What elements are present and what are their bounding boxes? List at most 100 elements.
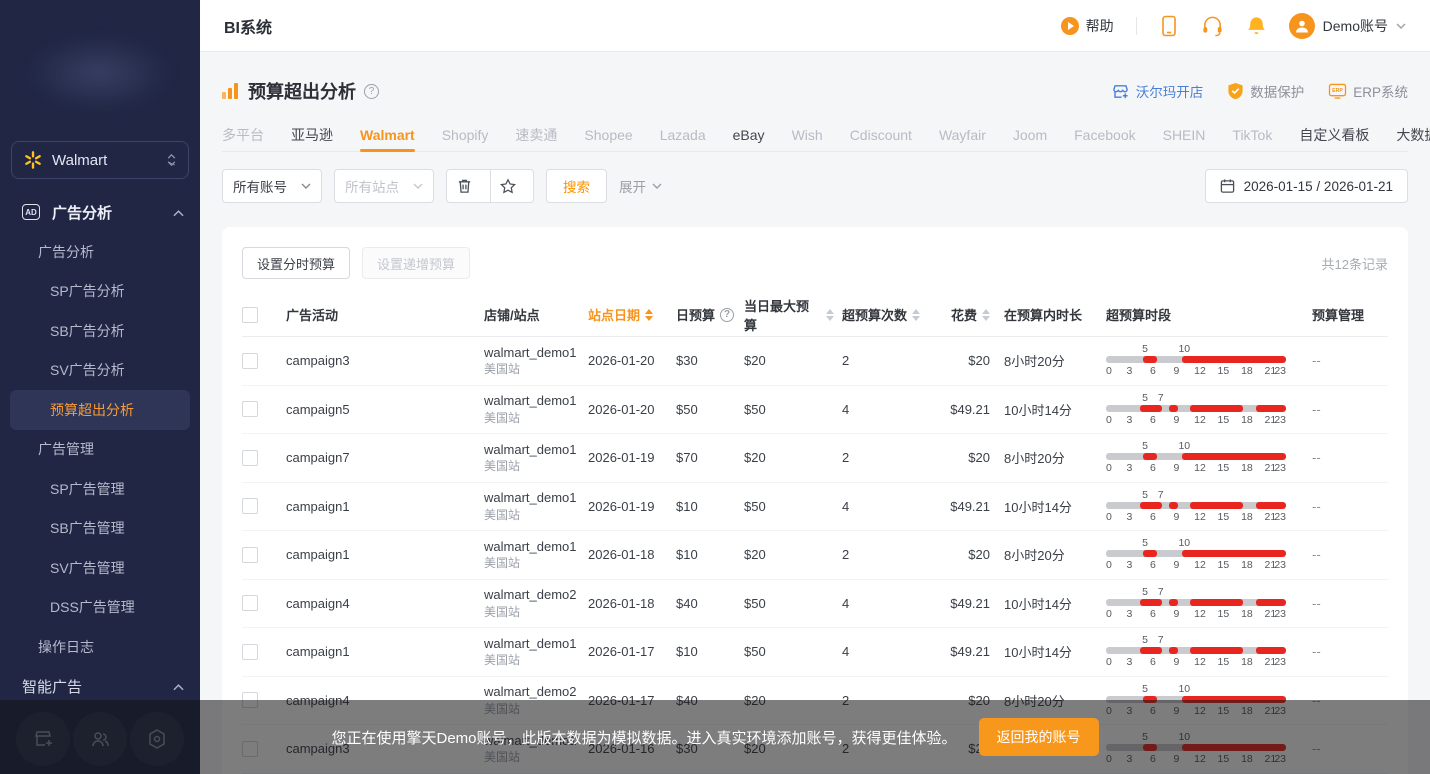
table-header-row: 广告活动 店铺/站点 站点日期 日预算? 当日最大预算 超预算次数 花费 在预算内时长 超预算时… <box>242 293 1388 337</box>
store-name: walmart_demo2 <box>484 684 577 700</box>
support-headset-icon[interactable] <box>1201 15 1224 37</box>
set-hourly-budget-button[interactable]: 设置分时预算 <box>242 247 351 279</box>
budget-manage-cell: -- <box>1312 499 1388 514</box>
tab-custom-dashboard[interactable]: 自定义看板 <box>1299 118 1369 152</box>
campaign-name[interactable]: campaign4 <box>286 596 350 611</box>
sidebar-item-ad-management[interactable]: 广告管理 <box>0 430 200 470</box>
expand-toggle[interactable]: 展开 <box>619 176 662 196</box>
sidebar-items: 广告分析 SP广告分析 SB广告分析 SV广告分析 预算超出分析 广告管理 SP广告管理 SB… <box>0 232 200 667</box>
site-date-cell: 2026-01-19 <box>588 498 655 514</box>
tab-facebook[interactable]: Facebook <box>1074 118 1135 152</box>
site-select[interactable]: 所有站点 <box>334 169 434 203</box>
sort-icon[interactable] <box>645 308 654 321</box>
tab-aliexpress[interactable]: 速卖通 <box>515 118 557 152</box>
sidebar-item-sb-ad-management[interactable]: SB广告管理 <box>0 509 200 549</box>
sidebar-item-ad-analysis[interactable]: 广告分析 <box>0 232 200 272</box>
sidebar-item-dss-ad-management[interactable]: DSS广告管理 <box>0 588 200 628</box>
row-checkbox[interactable] <box>242 449 258 466</box>
column-label: 超预算次数 <box>842 308 908 323</box>
column-label: 当日最大预算 <box>744 298 810 333</box>
sort-icon[interactable] <box>912 308 921 321</box>
in-budget-duration-cell: 10小时14分 <box>1004 596 1072 612</box>
account-select-value: 所有账号 <box>233 180 287 195</box>
campaign-name[interactable]: campaign1 <box>286 547 350 562</box>
search-button[interactable]: 搜索 <box>546 169 607 203</box>
sidebar-item-budget-overrun-analysis[interactable]: 预算超出分析 <box>10 390 190 430</box>
banner-message: 您正在使用擎天Demo账号，此版本数据为模拟数据。进入真实环境添加账号，获得更佳… <box>331 729 957 747</box>
tab-shein[interactable]: SHEIN <box>1163 118 1206 152</box>
tab-ebay[interactable]: eBay <box>733 118 765 152</box>
campaign-name[interactable]: campaign3 <box>286 353 350 368</box>
walmart-open-store-link[interactable]: 沃尔玛开店 <box>1111 81 1203 101</box>
help-circle-icon[interactable]: ? <box>364 83 379 99</box>
tab-shopee[interactable]: Shopee <box>584 118 632 152</box>
sidebar-item-sv-ad-management[interactable]: SV广告管理 <box>0 548 200 588</box>
sidebar-item-operation-log[interactable]: 操作日志 <box>0 627 200 667</box>
timeline-labels: 57 <box>1142 391 1164 404</box>
help-button[interactable]: 帮助 <box>1060 16 1114 36</box>
overrun-count-cell: 4 <box>842 595 850 611</box>
column-label: 在预算内时长 <box>1004 308 1083 323</box>
campaign-name[interactable]: campaign1 <box>286 499 350 514</box>
column-header-spend: 花费 <box>942 305 1004 324</box>
row-checkbox[interactable] <box>242 352 258 369</box>
mobile-app-icon[interactable] <box>1159 15 1179 37</box>
in-budget-duration-cell: 8小时20分 <box>1004 548 1065 564</box>
sidebar-item-sb-ad-analysis[interactable]: SB广告分析 <box>0 311 200 351</box>
timeline-track <box>1106 404 1286 412</box>
sidebar-item-sv-ad-analysis[interactable]: SV广告分析 <box>0 351 200 391</box>
sidebar-item-sp-ad-management[interactable]: SP广告管理 <box>0 469 200 509</box>
store-site: walmart_demo1 美国站 <box>484 441 577 475</box>
sort-icon[interactable] <box>982 308 990 321</box>
sidebar-section-ad-analysis[interactable]: AD 广告分析 <box>0 192 200 232</box>
tab-wayfair[interactable]: Wayfair <box>939 118 986 152</box>
overrun-segment <box>1256 501 1286 509</box>
star-icon <box>500 178 516 194</box>
filter-bar: 所有账号 所有站点 搜索 展开 2026-01-15 / 2026-01-21 <box>222 169 1408 203</box>
campaign-name[interactable]: campaign1 <box>286 644 350 659</box>
tab-amazon[interactable]: 亚马逊 <box>291 118 333 152</box>
row-checkbox[interactable] <box>242 643 258 660</box>
header-checkbox-cell <box>242 306 286 323</box>
help-circle-icon[interactable]: ? <box>720 307 735 322</box>
select-all-checkbox[interactable] <box>242 306 258 323</box>
timeline-labels: 510 <box>1142 343 1191 356</box>
set-incremental-budget-button[interactable]: 设置递增预算 <box>362 247 471 279</box>
tab-lazada[interactable]: Lazada <box>660 118 706 152</box>
tab-multi-platform[interactable]: 多平台 <box>222 118 264 152</box>
row-checkbox-cell <box>242 449 286 466</box>
tab-tiktok[interactable]: TikTok <box>1232 118 1272 152</box>
delete-filter-button[interactable] <box>447 170 490 202</box>
campaign-cell: campaign1 <box>286 644 484 659</box>
tab-joom[interactable]: Joom <box>1013 118 1047 152</box>
site-name: 美国站 <box>484 507 521 522</box>
chevron-down-icon <box>301 183 311 189</box>
tab-wish[interactable]: Wish <box>792 118 823 152</box>
notifications-bell-icon[interactable] <box>1246 15 1267 37</box>
erp-system-link[interactable]: ERP ERP系统 <box>1328 81 1408 101</box>
platform-selector[interactable]: Walmart <box>11 141 189 179</box>
sidebar-item-sp-ad-analysis[interactable]: SP广告分析 <box>0 272 200 312</box>
max-budget-cell: $20 <box>744 547 766 563</box>
row-checkbox[interactable] <box>242 546 258 563</box>
table-row: campaign3 walmart_demo1 美国站 2026-01-20 $30 $2… <box>242 337 1388 386</box>
store-name: walmart_demo2 <box>484 587 577 603</box>
row-checkbox[interactable] <box>242 401 258 418</box>
campaign-name[interactable]: campaign5 <box>286 402 350 417</box>
tab-walmart[interactable]: Walmart <box>360 118 415 152</box>
row-checkbox[interactable] <box>242 498 258 515</box>
tab-shopify[interactable]: Shopify <box>442 118 489 152</box>
account-menu[interactable]: Demo账号 <box>1288 12 1406 39</box>
account-select[interactable]: 所有账号 <box>222 169 322 203</box>
sort-icon[interactable] <box>826 308 834 321</box>
date-range-picker[interactable]: 2026-01-15 / 2026-01-21 <box>1204 169 1408 203</box>
data-protection-link[interactable]: 数据保护 <box>1227 81 1304 101</box>
return-my-account-button[interactable]: 返回我的账号 <box>978 718 1099 756</box>
tab-big-data-selection[interactable]: 大数据选品 <box>1396 118 1430 152</box>
daily-budget-cell: $40 <box>676 595 698 611</box>
tab-cdiscount[interactable]: Cdiscount <box>850 118 912 152</box>
favorite-filter-button[interactable] <box>490 170 533 202</box>
overrun-count-cell: 2 <box>842 547 850 563</box>
row-checkbox[interactable] <box>242 595 258 612</box>
campaign-name[interactable]: campaign7 <box>286 450 350 465</box>
